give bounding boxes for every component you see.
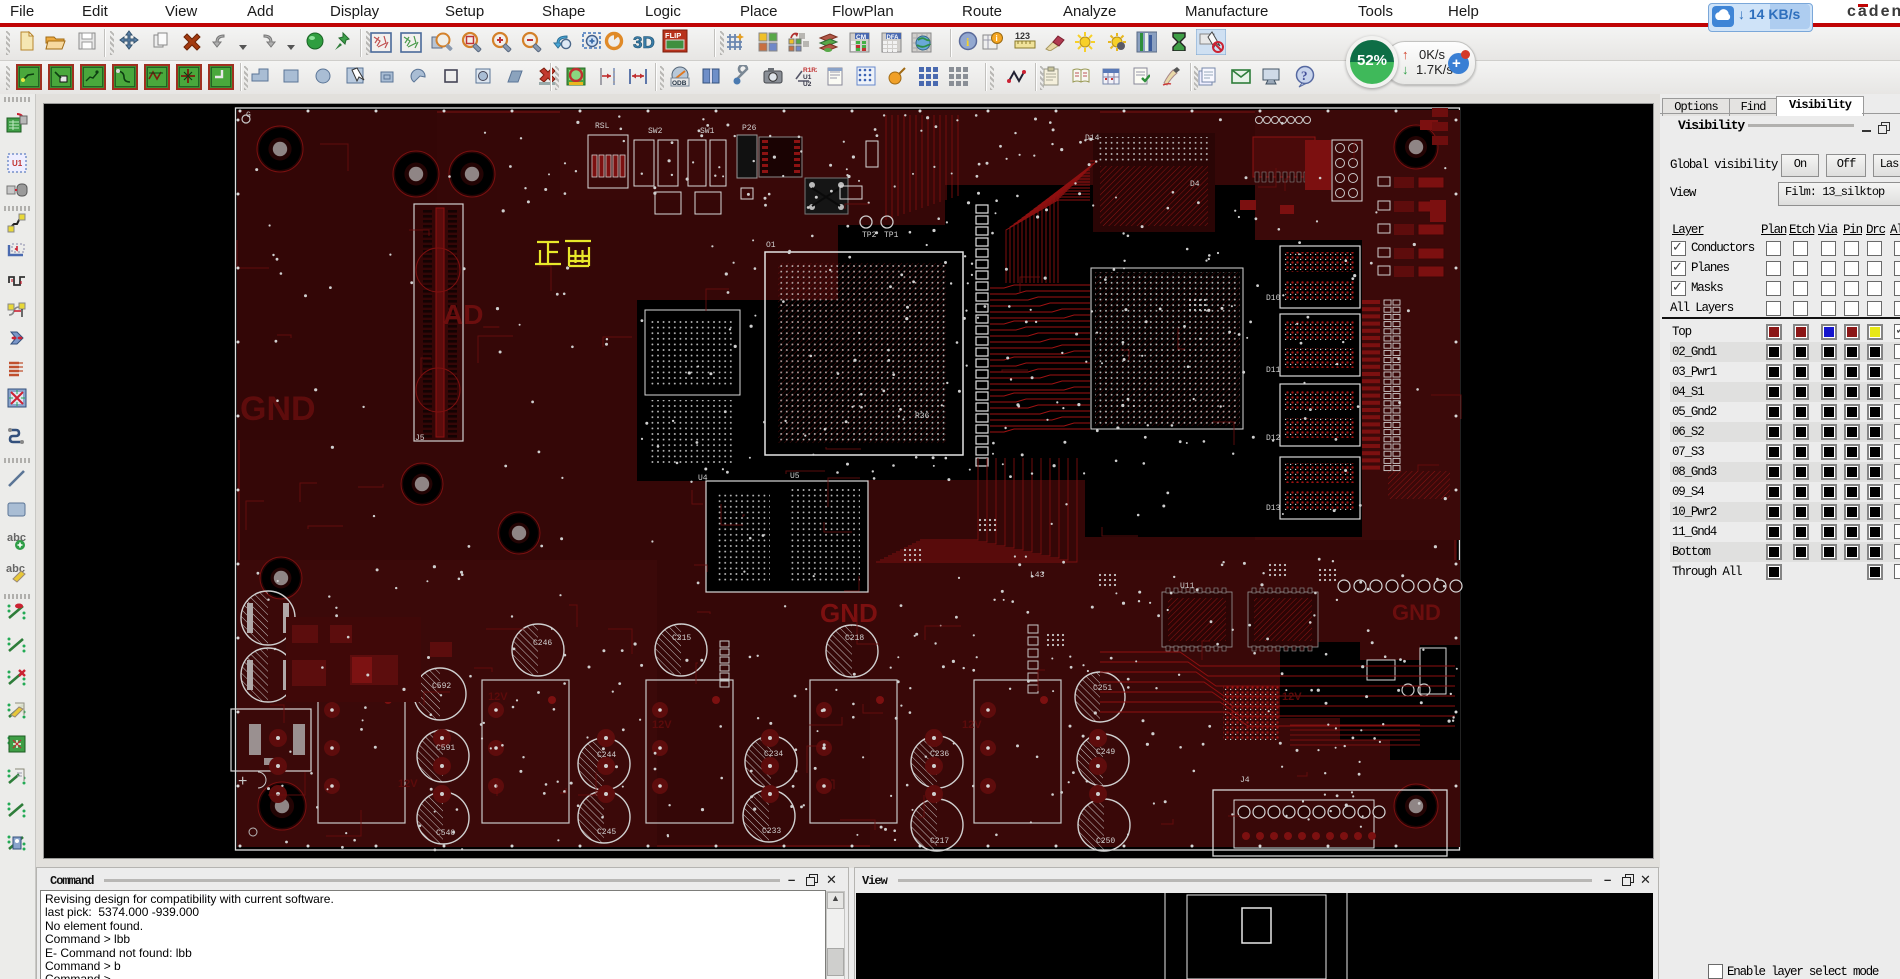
svg-text:J5: J5 bbox=[415, 434, 425, 443]
svg-text:GND: GND bbox=[240, 390, 316, 428]
svg-text:D12: D12 bbox=[1266, 434, 1281, 443]
svg-text:C233: C233 bbox=[762, 827, 781, 836]
svg-text:GND: GND bbox=[820, 598, 878, 628]
svg-text:C244: C244 bbox=[597, 751, 616, 760]
svg-text:U2: U2 bbox=[803, 81, 812, 87]
svg-text:D4: D4 bbox=[1190, 180, 1200, 189]
svg-text:DFA: DFA bbox=[887, 35, 900, 41]
svg-text:C249: C249 bbox=[1096, 748, 1115, 757]
svg-text:C245: C245 bbox=[597, 828, 616, 837]
svg-text:C246: C246 bbox=[533, 639, 552, 648]
svg-text:U4: U4 bbox=[698, 474, 708, 483]
svg-text:D10: D10 bbox=[1266, 294, 1281, 303]
svg-text:i: i bbox=[996, 34, 998, 43]
svg-text:C251: C251 bbox=[1093, 684, 1112, 693]
svg-text:U1: U1 bbox=[12, 159, 23, 168]
svg-text:J4: J4 bbox=[1240, 776, 1250, 785]
svg-text:U1: U1 bbox=[803, 74, 812, 81]
svg-text:C236: C236 bbox=[930, 750, 949, 759]
svg-text:12V: 12V bbox=[652, 719, 672, 731]
svg-text:TP2: TP2 bbox=[862, 231, 877, 240]
svg-text:12V: 12V bbox=[488, 691, 508, 703]
svg-text:FLIP: FLIP bbox=[665, 31, 681, 40]
svg-text:D13: D13 bbox=[1266, 504, 1281, 513]
svg-text:C215: C215 bbox=[672, 634, 691, 643]
svg-text:L43: L43 bbox=[1030, 571, 1045, 580]
svg-text:U5: U5 bbox=[790, 472, 800, 481]
svg-text:?: ? bbox=[1301, 68, 1308, 83]
svg-text:C250: C250 bbox=[1096, 837, 1115, 846]
svg-text:12V: 12V bbox=[962, 719, 982, 731]
svg-text:R36: R36 bbox=[915, 412, 930, 421]
svg-text:+: + bbox=[238, 773, 247, 790]
svg-text:O1: O1 bbox=[766, 241, 776, 250]
svg-text:SW2: SW2 bbox=[648, 127, 663, 136]
svg-text:R1R2: R1R2 bbox=[803, 67, 817, 74]
svg-text:G: G bbox=[246, 111, 251, 120]
svg-text:D11: D11 bbox=[1266, 366, 1281, 375]
svg-text:U11: U11 bbox=[1180, 582, 1195, 591]
svg-text:GND: GND bbox=[1392, 600, 1441, 625]
svg-text:RSL: RSL bbox=[595, 122, 610, 131]
svg-text:12V: 12V bbox=[1282, 691, 1302, 703]
svg-text:C592: C592 bbox=[432, 682, 451, 691]
svg-text:AD_: AD_ bbox=[443, 299, 499, 330]
svg-text:123: 123 bbox=[1015, 31, 1030, 41]
svg-text:TP1: TP1 bbox=[884, 231, 899, 240]
svg-text:P26: P26 bbox=[742, 124, 757, 133]
svg-text:C234: C234 bbox=[764, 750, 783, 759]
svg-text:12V: 12V bbox=[398, 778, 418, 790]
svg-text:ODB: ODB bbox=[672, 80, 687, 87]
svg-text:3D: 3D bbox=[633, 33, 655, 52]
svg-text:SW1: SW1 bbox=[700, 127, 715, 136]
svg-text:C540: C540 bbox=[436, 829, 455, 838]
svg-text:D14: D14 bbox=[1085, 134, 1100, 143]
svg-text:CM: CM bbox=[856, 34, 866, 41]
svg-text:C591: C591 bbox=[436, 744, 455, 753]
svg-text:C217: C217 bbox=[930, 837, 949, 846]
svg-text:C218: C218 bbox=[845, 634, 864, 643]
